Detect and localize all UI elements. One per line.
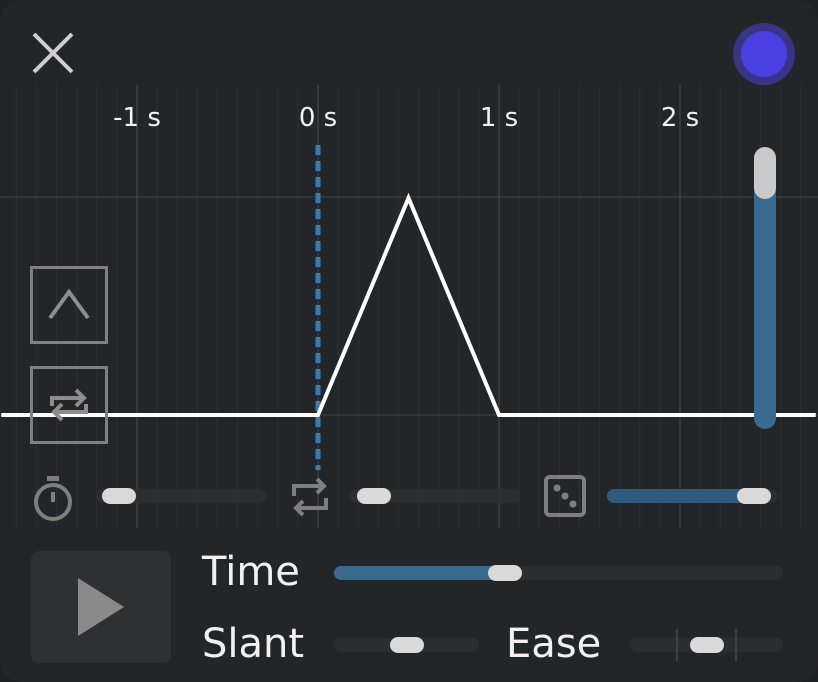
time-tick-label: 0 s [299,103,337,133]
random-slider-knob[interactable] [737,488,772,504]
ease-label: Ease [506,621,602,667]
timer-slider-knob[interactable] [101,488,136,504]
ease-tick-left [676,629,678,661]
chevron-up-icon [48,288,90,320]
slant-slider[interactable] [334,637,479,653]
time-tick-label: 2 s [661,103,699,133]
ease-slider[interactable] [630,629,783,661]
level-slider-knob[interactable] [754,146,776,199]
time-slider[interactable] [334,565,783,581]
play-button[interactable] [31,551,171,663]
grid-minor-lines [15,85,802,528]
ease-tick-right [735,629,737,661]
grid-major-lines [136,85,681,528]
envelope-editor-panel: -1 s 0 s 1 s 2 s Time Slant Ease [0,0,818,682]
time-slider-fill [334,566,508,580]
stopwatch-icon [30,474,76,522]
record-dot-icon[interactable] [732,22,796,86]
close-icon[interactable] [31,31,75,75]
time-tick-label: -1 s [113,103,161,133]
time-tick-labels: -1 s 0 s 1 s 2 s [113,103,699,133]
random-slider-fill [607,489,758,503]
level-slider[interactable] [754,121,776,429]
time-slider-knob[interactable] [487,565,522,581]
dice-icon [543,474,587,518]
time-tick-label: 1 s [480,103,518,133]
loop-icon [30,366,108,444]
slant-label: Slant [202,621,305,667]
time-label: Time [202,549,300,595]
repeat-slider-knob[interactable] [356,488,391,504]
envelope-curve [1,192,816,417]
random-slider[interactable] [607,488,778,504]
slant-slider-knob[interactable] [389,637,424,653]
repeat-icon [288,474,332,520]
repeat-slider[interactable] [350,488,521,504]
timer-slider[interactable] [95,488,266,504]
play-icon [78,578,124,636]
chevron-up-button[interactable] [30,266,108,344]
loop-button[interactable] [30,366,108,444]
ease-slider-knob[interactable] [689,637,724,653]
